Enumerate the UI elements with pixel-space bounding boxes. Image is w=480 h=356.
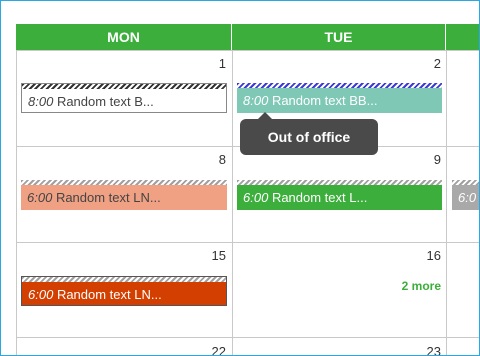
event-time: 8:00 [28,94,54,109]
event-item[interactable]: 6:0 [452,180,479,210]
event-stripe [237,180,442,185]
event-label: 6:0 [458,189,479,207]
day-number[interactable]: 2 [401,56,441,71]
event-label: 6:00 Random text LN... [27,189,225,207]
day-number[interactable]: 16 [401,248,441,263]
event-text: Random text L... [271,190,368,205]
event-time: 6:0 [458,190,477,205]
header-mon: MON [16,24,232,50]
event-label: 6:00 Random text LN... [28,286,224,304]
grid-line [446,50,447,355]
event-label: 8:00 Random text BB... [243,92,440,110]
grid-line [16,50,17,355]
event-text: Random text B... [56,94,154,109]
day-number[interactable]: 23 [401,344,441,355]
event-tooltip: Out of office [240,112,378,155]
calendar-frame: MON TUE 1 2 8 9 15 16 22 23 8:00 Random … [0,0,480,356]
event-stripe [237,83,442,88]
event-time: 6:00 [27,190,53,205]
grid-line [232,50,233,355]
event-text: Random text LN... [55,190,161,205]
grid-line [16,242,479,243]
event-label: 8:00 Random text B... [28,93,224,111]
event-text: Random text LN... [56,287,162,302]
day-number[interactable]: 22 [186,344,226,355]
event-item[interactable]: 6:00 Random text L... [237,180,442,210]
header-tue: TUE [232,24,446,50]
day-number[interactable]: 1 [186,56,226,71]
month-calendar: MON TUE 1 2 8 9 15 16 22 23 8:00 Random … [16,24,479,355]
grid-line [16,337,479,338]
event-item[interactable]: 8:00 Random text BB... [237,83,442,113]
day-number[interactable]: 9 [401,152,441,167]
event-text: Random text BB... [271,93,378,108]
event-time: 8:00 [243,93,269,108]
day-number[interactable]: 8 [186,152,226,167]
event-stripe [21,180,227,185]
event-item[interactable]: 6:00 Random text LN... [21,180,227,210]
day-number[interactable]: 15 [186,248,226,263]
event-item[interactable]: 6:00 Random text LN... [21,276,227,306]
event-stripe [22,84,226,89]
event-stripe [452,180,479,185]
event-stripe [22,277,226,282]
header-wed-partial [446,24,479,50]
grid-line [16,50,479,51]
more-events-link[interactable]: 2 more [371,279,441,293]
event-time: 6:00 [243,190,269,205]
event-label: 6:00 Random text L... [243,189,440,207]
event-item[interactable]: 8:00 Random text B... [21,83,227,113]
event-time: 6:00 [28,287,54,302]
